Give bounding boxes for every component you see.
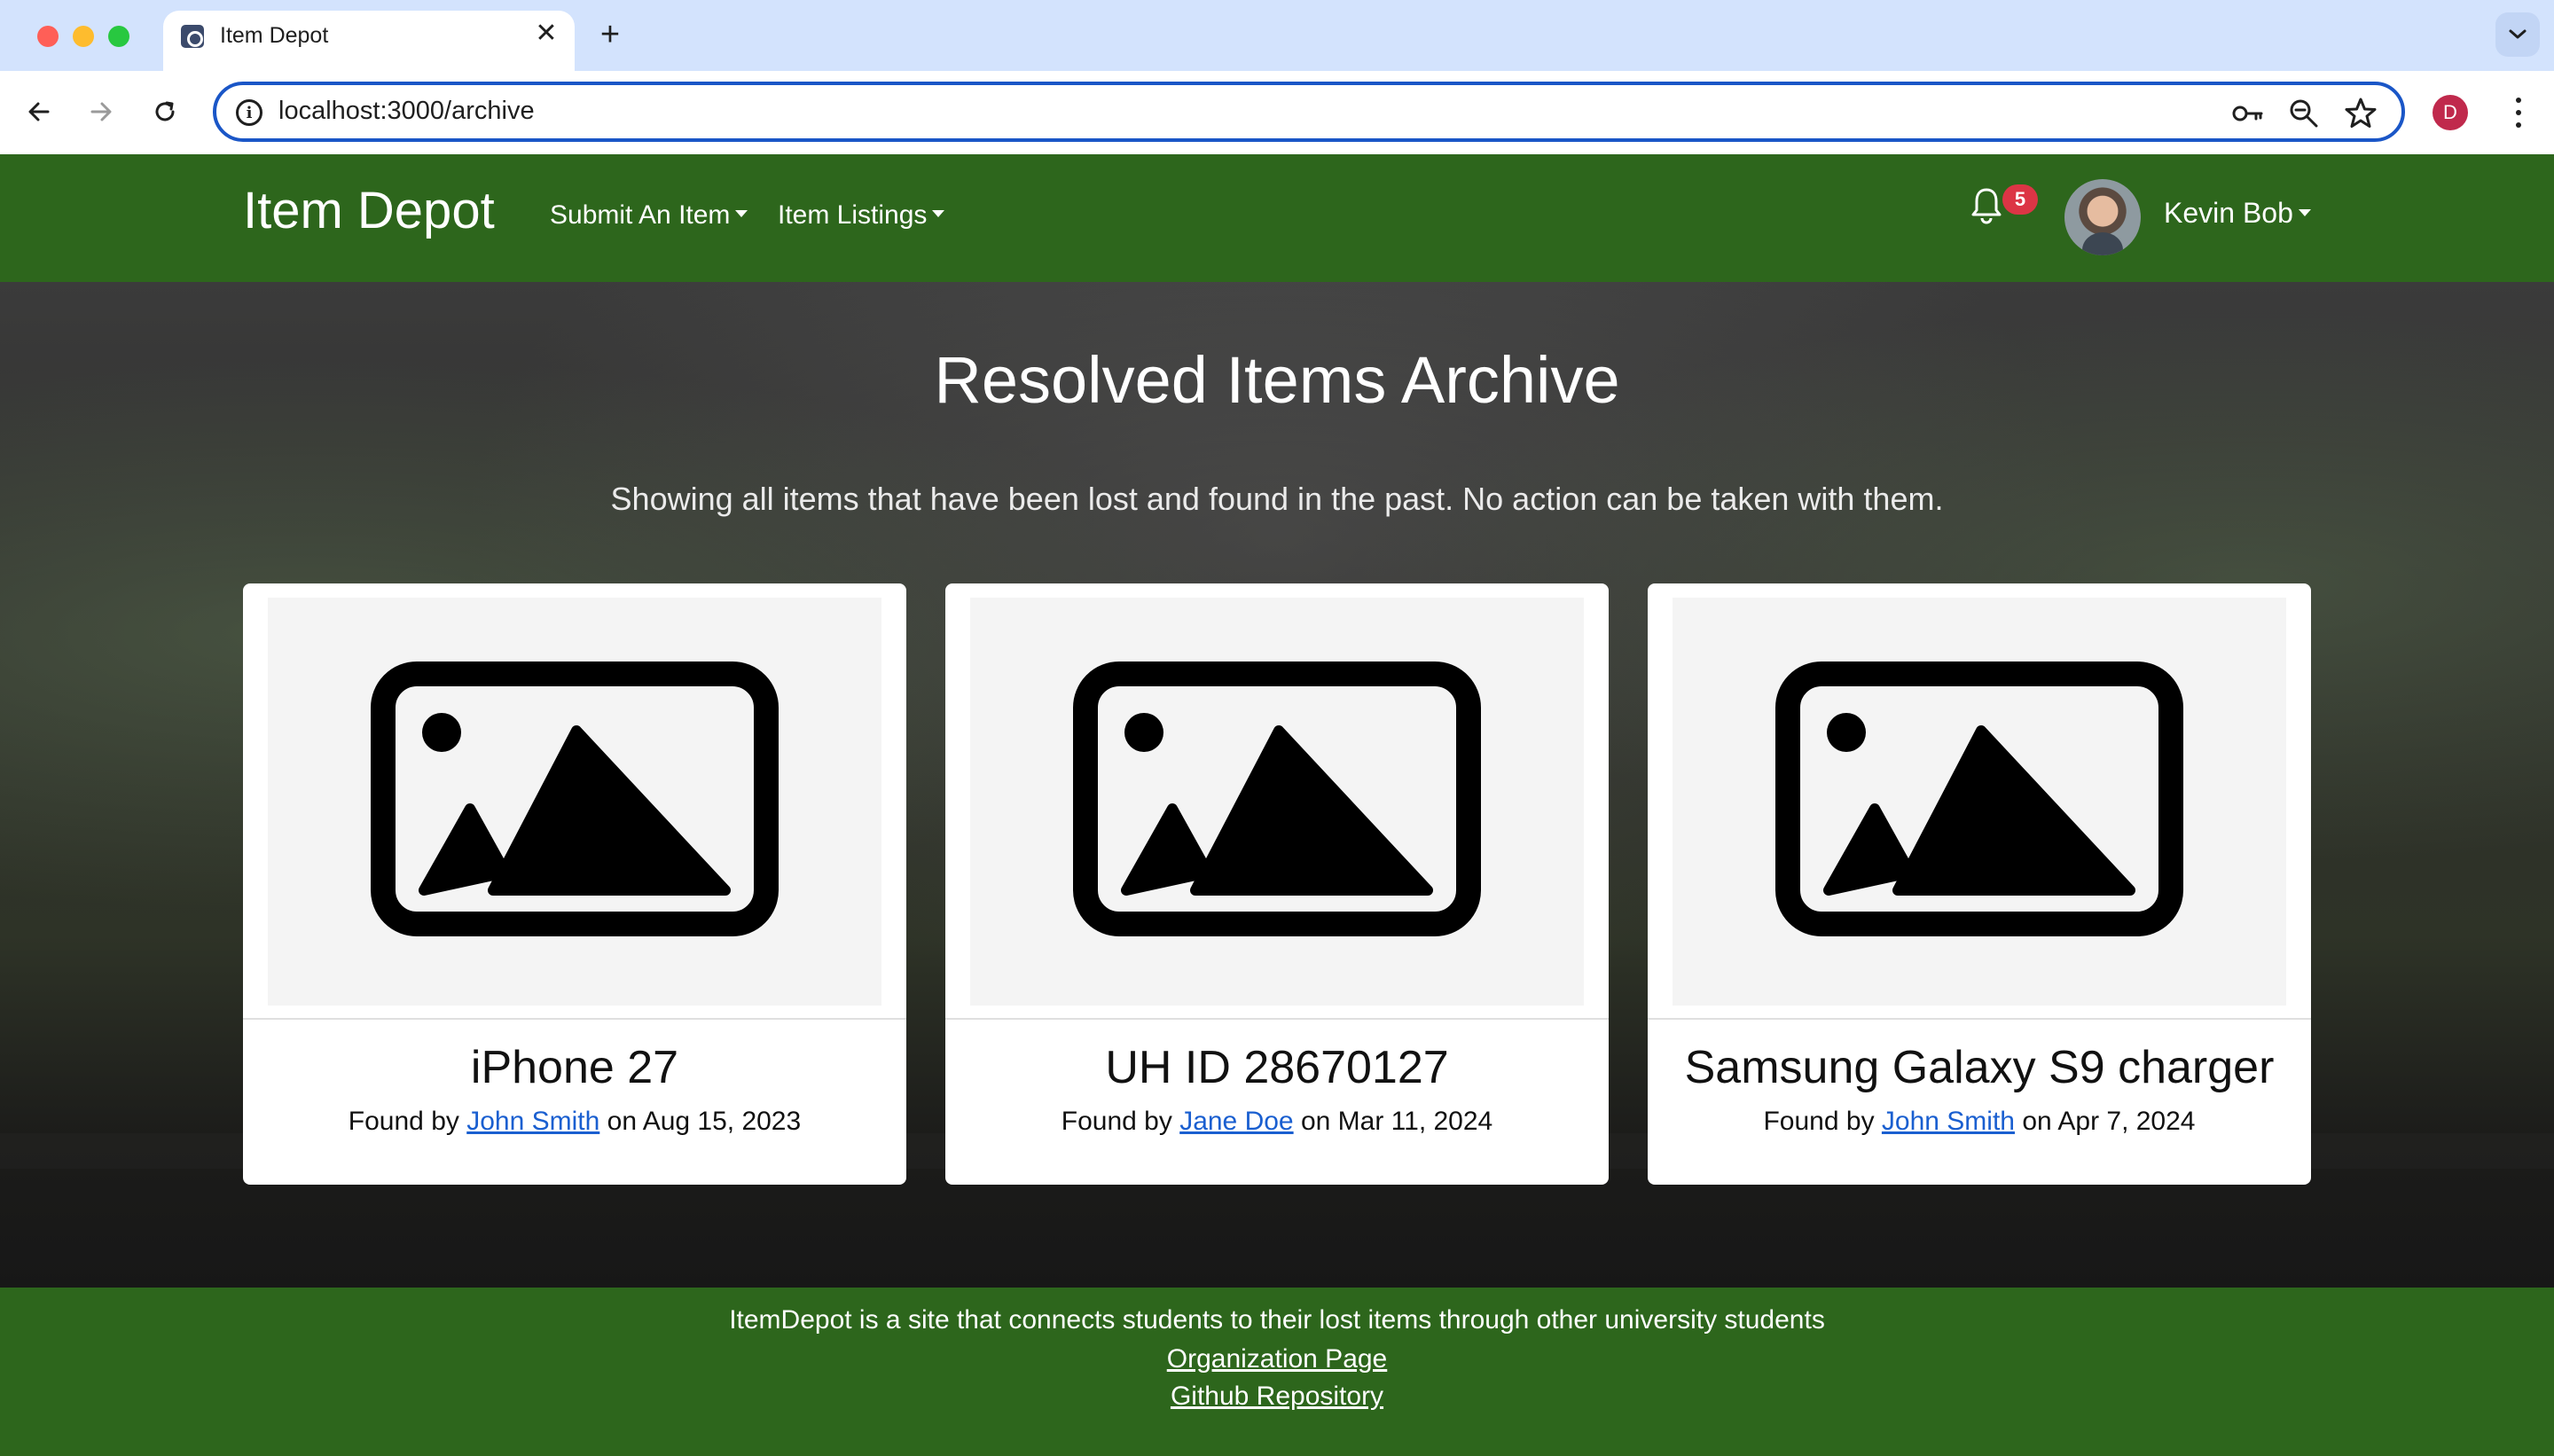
item-found-info: Found by John Smith on Apr 7, 2024 [1648, 1107, 2311, 1137]
window-close-button[interactable] [37, 26, 59, 47]
address-url[interactable]: localhost:3000/archive [278, 97, 535, 126]
item-name: iPhone 27 [470, 1042, 679, 1093]
caret-down-icon [2298, 208, 2311, 216]
tab-title: Item Depot [220, 23, 329, 48]
item-image [1673, 598, 2286, 1006]
finder-link[interactable]: John Smith [1882, 1107, 2015, 1136]
image-placeholder-icon [1073, 661, 1481, 936]
site-info-icon[interactable]: i [236, 99, 262, 126]
submit-item-dropdown[interactable]: Submit An Item [550, 200, 748, 231]
tab-close-icon[interactable]: ✕ [529, 16, 564, 51]
submit-item-label: Submit An Item [550, 200, 731, 230]
caret-down-icon [735, 210, 748, 218]
card-divider [243, 1018, 906, 1020]
on-text: on [1293, 1107, 1338, 1136]
address-bar[interactable]: i localhost:3000/archive [213, 82, 2405, 142]
footer-repo-link-row: Github Repository [0, 1382, 2554, 1412]
bookmark-star-icon[interactable] [2343, 96, 2378, 131]
site-navbar: Item Depot Submit An Item Item Listings … [0, 154, 2554, 282]
github-repository-link[interactable]: Github Repository [1171, 1382, 1383, 1411]
item-card: Samsung Galaxy S9 charger Found by John … [1648, 583, 2311, 1185]
item-listings-label: Item Listings [778, 200, 928, 230]
user-name-label: Kevin Bob [2164, 197, 2293, 229]
finder-link[interactable]: Jane Doe [1179, 1107, 1293, 1136]
item-image [970, 598, 1584, 1006]
browser-tab[interactable]: Item Depot ✕ [163, 11, 575, 71]
image-placeholder-icon [371, 661, 779, 936]
window-minimize-button[interactable] [73, 26, 94, 47]
item-found-info: Found by Jane Doe on Mar 11, 2024 [945, 1107, 1609, 1137]
new-tab-icon[interactable]: + [589, 14, 631, 57]
browser-toolbar: i localhost:3000/archive D [0, 71, 2554, 154]
found-by-text: Found by [348, 1107, 467, 1136]
tab-search-icon[interactable] [2495, 12, 2540, 57]
notification-bell-icon[interactable] [1969, 186, 2004, 225]
found-date: Aug 15, 2023 [642, 1107, 802, 1136]
window-maximize-button[interactable] [108, 26, 129, 47]
found-by-text: Found by [1061, 1107, 1180, 1136]
user-menu-dropdown[interactable]: Kevin Bob [2164, 197, 2311, 230]
archive-hero: Resolved Items Archive Showing all items… [0, 282, 2554, 1288]
item-card: UH ID 28670127 Found by Jane Doe on Mar … [945, 583, 1609, 1185]
on-text: on [599, 1107, 643, 1136]
found-date: Apr 7, 2024 [2057, 1107, 2196, 1136]
page-title: Resolved Items Archive [934, 343, 1620, 417]
browser-profile-avatar[interactable]: D [2433, 95, 2468, 130]
item-name: Samsung Galaxy S9 charger [1684, 1042, 2275, 1093]
brand-logo[interactable]: Item Depot [243, 181, 495, 240]
page: Item Depot Submit An Item Item Listings … [0, 154, 2554, 1456]
zoom-icon[interactable] [2286, 96, 2322, 131]
caret-down-icon [932, 210, 945, 218]
item-listings-dropdown[interactable]: Item Listings [778, 200, 945, 231]
menu-kebab-icon[interactable] [2501, 92, 2536, 133]
found-date: Mar 11, 2024 [1337, 1107, 1493, 1136]
found-by-text: Found by [1763, 1107, 1882, 1136]
site-favicon-icon [181, 25, 204, 48]
site-footer: ItemDepot is a site that connects studen… [0, 1288, 2554, 1456]
on-text: on [2014, 1107, 2058, 1136]
footer-org-link-row: Organization Page [0, 1344, 2554, 1374]
item-found-info: Found by John Smith on Aug 15, 2023 [243, 1107, 906, 1137]
page-subtitle: Showing all items that have been lost an… [610, 481, 1944, 517]
forward-icon[interactable] [78, 89, 124, 135]
notification-count-badge: 5 [2002, 184, 2038, 215]
back-icon[interactable] [16, 89, 62, 135]
item-image [268, 598, 881, 1006]
image-placeholder-icon [1775, 661, 2183, 936]
finder-link[interactable]: John Smith [466, 1107, 599, 1136]
footer-description: ItemDepot is a site that connects studen… [729, 1305, 1825, 1335]
reload-icon[interactable] [142, 89, 188, 135]
item-name: UH ID 28670127 [1105, 1042, 1449, 1093]
user-avatar[interactable] [2064, 179, 2141, 255]
card-divider [945, 1018, 1609, 1020]
key-icon[interactable] [2229, 96, 2265, 131]
browser-tab-strip: Item Depot ✕ + [0, 0, 2554, 71]
card-divider [1648, 1018, 2311, 1020]
item-card: iPhone 27 Found by John Smith on Aug 15,… [243, 583, 906, 1185]
organization-page-link[interactable]: Organization Page [1167, 1344, 1388, 1374]
